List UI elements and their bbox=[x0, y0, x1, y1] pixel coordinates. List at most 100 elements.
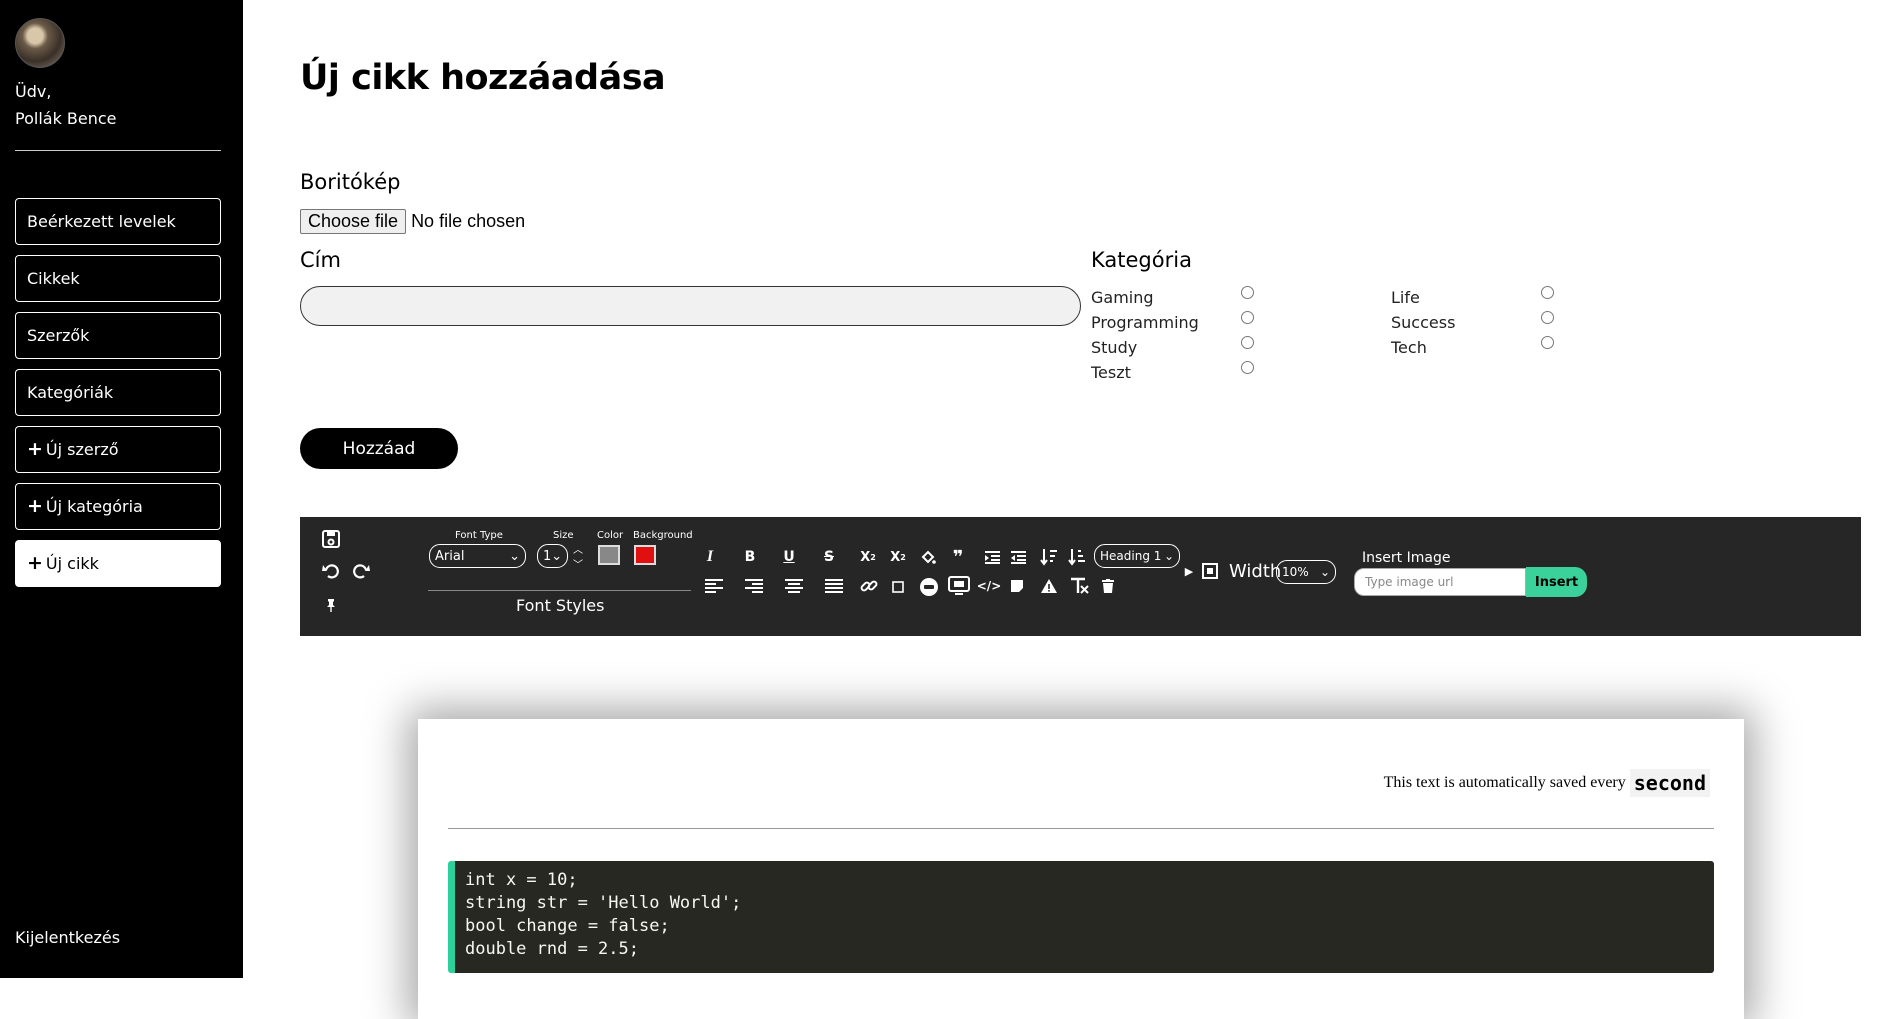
page-title: Új cikk hozzáadása bbox=[300, 58, 666, 98]
heading-value: Heading 1 bbox=[1100, 549, 1162, 563]
clear-format-icon[interactable] bbox=[1068, 576, 1090, 596]
category-option-label: Tech bbox=[1391, 338, 1427, 357]
sidebar-item-inbox[interactable]: Beérkezett levelek bbox=[15, 198, 221, 245]
category-option-label: Programming bbox=[1091, 313, 1199, 332]
code-line: double rnd = 2.5; bbox=[465, 939, 639, 959]
width-value: 10% bbox=[1282, 565, 1309, 579]
greeting-line1: Üdv, bbox=[15, 82, 52, 101]
title-label: Cím bbox=[300, 248, 341, 272]
insert-image-label: Insert Image bbox=[1362, 550, 1451, 566]
title-input[interactable] bbox=[300, 286, 1081, 326]
category-option-label: Success bbox=[1391, 313, 1456, 332]
category-option-label: Teszt bbox=[1091, 363, 1131, 382]
choose-file-button[interactable]: Choose file bbox=[300, 209, 407, 234]
cover-label: Boritókép bbox=[300, 170, 401, 194]
outdent-icon[interactable] bbox=[1009, 547, 1027, 567]
category-radio[interactable] bbox=[1541, 311, 1554, 324]
chevron-down-icon: ⌄ bbox=[551, 548, 563, 564]
underline-icon[interactable]: U bbox=[779, 547, 799, 567]
font-styles-divider bbox=[428, 590, 691, 591]
warning-icon[interactable] bbox=[1038, 576, 1060, 596]
category-radio[interactable] bbox=[1541, 336, 1554, 349]
code-icon[interactable]: </> bbox=[977, 576, 1002, 596]
sidebar-item-label: Új cikk bbox=[45, 554, 99, 573]
strikethrough-icon[interactable]: S bbox=[819, 547, 839, 567]
autosave-text: This text is automatically saved every bbox=[1383, 774, 1626, 791]
sort-descending-icon[interactable] bbox=[1066, 546, 1088, 568]
width-label: Width bbox=[1229, 561, 1282, 582]
trash-icon[interactable] bbox=[1099, 577, 1117, 595]
category-option-label: Life bbox=[1391, 288, 1420, 307]
bold-icon[interactable]: B bbox=[740, 547, 760, 567]
subscript-icon[interactable]: X2 bbox=[858, 547, 878, 567]
submit-button[interactable]: Hozzáad bbox=[300, 428, 458, 469]
align-right-icon[interactable] bbox=[744, 576, 764, 596]
editor-document[interactable]: This text is automatically saved every s… bbox=[418, 719, 1744, 1019]
size-select[interactable]: 1 ⌄ bbox=[537, 544, 568, 568]
sidebar-item-label: Új kategória bbox=[45, 497, 143, 516]
note-icon[interactable] bbox=[1008, 577, 1026, 595]
cover-file-input[interactable]: Choose file No file chosen bbox=[300, 209, 525, 234]
superscript-icon[interactable]: X2 bbox=[888, 547, 908, 567]
chevron-down-icon: ⌄ bbox=[1163, 549, 1174, 563]
plus-icon: + bbox=[27, 552, 43, 574]
sort-ascending-icon[interactable] bbox=[1038, 546, 1060, 568]
image-url-input[interactable]: Type image url bbox=[1354, 568, 1526, 596]
category-radio[interactable] bbox=[1241, 361, 1254, 374]
align-center-icon[interactable] bbox=[784, 576, 804, 596]
play-icon[interactable]: ▶ bbox=[1183, 563, 1195, 579]
align-left-icon[interactable] bbox=[704, 576, 724, 596]
sidebar-item-categories[interactable]: Kategóriák bbox=[15, 369, 221, 416]
category-radio[interactable] bbox=[1241, 311, 1254, 324]
sidebar-item-label: Szerzők bbox=[27, 326, 90, 345]
box-icon[interactable] bbox=[889, 578, 907, 596]
code-line: bool change = false; bbox=[465, 916, 670, 936]
font-type-select[interactable]: Arial ⌄ bbox=[429, 544, 526, 568]
category-option-label: Gaming bbox=[1091, 288, 1154, 307]
background-label: Background bbox=[633, 530, 693, 541]
quote-icon[interactable]: ❞ bbox=[948, 547, 968, 568]
code-line: string str = 'Hello World'; bbox=[465, 893, 742, 913]
sidebar-item-new-author[interactable]: + Új szerző bbox=[15, 426, 221, 473]
fill-color-icon[interactable] bbox=[918, 547, 938, 567]
plus-icon: + bbox=[27, 495, 43, 517]
link-icon[interactable] bbox=[859, 576, 879, 596]
font-type-label: Font Type bbox=[455, 530, 503, 541]
width-select[interactable]: 10% ⌄ bbox=[1276, 560, 1336, 584]
autosave-unit: second bbox=[1629, 769, 1710, 797]
user-name: Pollák Bence bbox=[15, 109, 117, 128]
category-radio[interactable] bbox=[1241, 286, 1254, 299]
category-radio[interactable] bbox=[1541, 286, 1554, 299]
text-color-swatch[interactable] bbox=[598, 545, 620, 565]
sidebar-item-new-article[interactable]: + Új cikk bbox=[15, 540, 221, 587]
sidebar-item-authors[interactable]: Szerzők bbox=[15, 312, 221, 359]
sidebar-item-new-category[interactable]: + Új kategória bbox=[15, 483, 221, 530]
sidebar-item-label: Új szerző bbox=[45, 440, 119, 459]
save-icon[interactable] bbox=[320, 528, 342, 550]
undo-icon[interactable] bbox=[320, 560, 342, 582]
chat-icon[interactable] bbox=[918, 576, 940, 598]
sidebar-item-label: Kategóriák bbox=[27, 383, 114, 402]
embed-icon[interactable] bbox=[948, 575, 970, 597]
image-resize-icon[interactable] bbox=[1200, 561, 1220, 581]
sidebar-item-articles[interactable]: Cikkek bbox=[15, 255, 221, 302]
background-color-swatch[interactable] bbox=[634, 545, 656, 565]
plus-icon: + bbox=[27, 438, 43, 460]
color-label: Color bbox=[597, 530, 624, 541]
category-label: Kategória bbox=[1091, 248, 1192, 272]
sidebar: Üdv, Pollák Bence Beérkezett levelek Cik… bbox=[0, 0, 243, 978]
sidebar-item-label: Cikkek bbox=[27, 269, 80, 288]
italic-icon[interactable]: I bbox=[700, 547, 720, 567]
size-stepper-icon[interactable]: ︿ ﹀ bbox=[571, 543, 585, 571]
font-type-value: Arial bbox=[435, 548, 465, 564]
logout-link[interactable]: Kijelentkezés bbox=[15, 928, 120, 947]
category-radio[interactable] bbox=[1241, 336, 1254, 349]
code-block[interactable]: int x = 10; string str = 'Hello World'; … bbox=[448, 861, 1714, 973]
heading-select[interactable]: Heading 1 ⌄ bbox=[1094, 544, 1180, 568]
size-value: 1 bbox=[543, 548, 552, 564]
redo-icon[interactable] bbox=[350, 560, 372, 582]
indent-icon[interactable] bbox=[983, 547, 1001, 567]
insert-image-button[interactable]: Insert bbox=[1526, 567, 1587, 597]
align-justify-icon[interactable] bbox=[824, 576, 844, 596]
pin-icon[interactable] bbox=[322, 596, 340, 614]
